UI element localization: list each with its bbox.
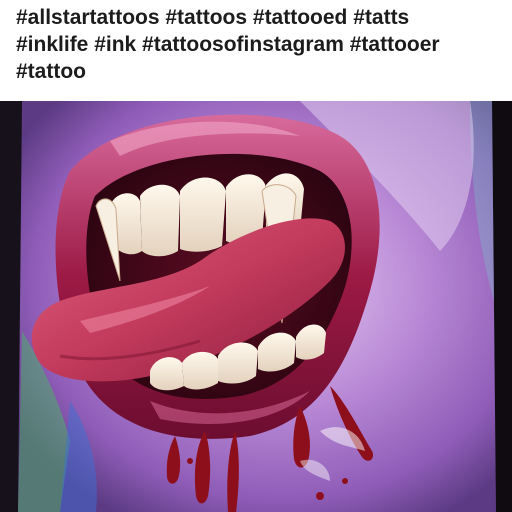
caption-line: #tattoo — [16, 60, 86, 83]
social-post: #allstartattoos #tattoos #tattooed #tatt… — [0, 0, 512, 512]
caption-line: #allstartattoos #tattoos #tattooed #tatt… — [16, 6, 410, 29]
tattoo-photo[interactable] — [0, 101, 512, 512]
tattoo-artwork — [0, 101, 512, 512]
post-caption: #allstartattoos #tattoos #tattooed #tatt… — [16, 4, 504, 85]
caption-line: #inklife #ink #tattoosofinstagram #tatto… — [16, 33, 440, 56]
